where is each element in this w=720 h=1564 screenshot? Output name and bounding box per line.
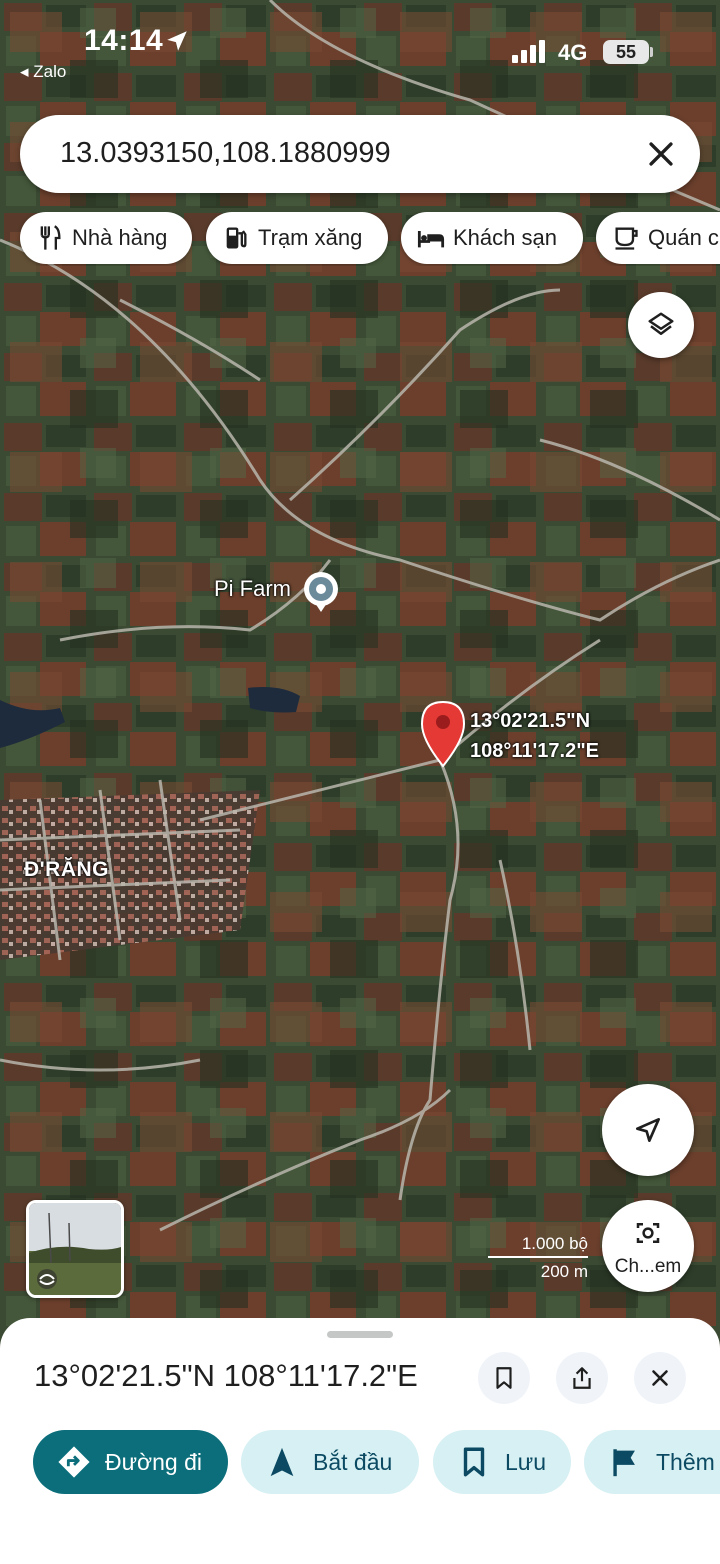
place-label-town: Đ'RĂNG bbox=[24, 858, 109, 881]
directions-button[interactable]: Đường đi bbox=[33, 1430, 228, 1494]
gas-station-icon bbox=[226, 227, 247, 249]
scale-bar bbox=[488, 1256, 588, 1258]
close-icon bbox=[652, 1370, 668, 1386]
place-marker-icon[interactable] bbox=[302, 570, 340, 614]
scale-imperial: 1.000 bộ bbox=[521, 1234, 588, 1253]
directions-label: Đường đi bbox=[105, 1448, 202, 1475]
share-button[interactable] bbox=[556, 1352, 608, 1404]
coffee-icon bbox=[615, 227, 638, 250]
sheet-drag-handle[interactable] bbox=[327, 1331, 393, 1338]
pin-longitude-label: 108°11'17.2"E bbox=[470, 740, 600, 762]
chip-label: Trạm xăng bbox=[258, 225, 363, 250]
more-label: Thêm bbox=[656, 1448, 715, 1475]
hotel-icon bbox=[417, 231, 445, 248]
place-bottom-sheet: 13°02'21.5"N 108°11'17.2"E Đường đi Bắt … bbox=[0, 1318, 720, 1564]
location-arrow-icon bbox=[167, 31, 187, 51]
dropped-pin-icon[interactable] bbox=[418, 700, 468, 770]
chip-label: Khách sạn bbox=[453, 225, 557, 250]
restaurant-icon bbox=[40, 225, 61, 250]
search-input[interactable]: 13.0393150,108.1880999 bbox=[60, 137, 391, 170]
navigation-icon bbox=[270, 1447, 294, 1477]
lens-label: Ch...em bbox=[614, 1256, 682, 1277]
chip-coffee[interactable]: Quán c bbox=[596, 212, 720, 264]
layers-icon bbox=[648, 312, 674, 335]
share-icon bbox=[573, 1367, 591, 1389]
place-label-pi-farm[interactable]: Pi Farm bbox=[214, 576, 291, 602]
street-view-thumbnail[interactable] bbox=[26, 1200, 124, 1298]
status-bar: 14:14 ◂ Zalo 4G 55 bbox=[0, 0, 720, 100]
save-place-button[interactable] bbox=[478, 1352, 530, 1404]
close-icon[interactable] bbox=[644, 137, 678, 171]
street-view-preview bbox=[29, 1203, 121, 1295]
chip-label: Nhà hàng bbox=[72, 225, 168, 250]
flag-icon bbox=[613, 1449, 635, 1477]
bookmark-icon bbox=[463, 1447, 485, 1477]
back-to-app-link[interactable]: ◂ Zalo bbox=[20, 62, 66, 82]
layers-button[interactable] bbox=[628, 292, 694, 358]
scale-metric: 200 m bbox=[540, 1262, 588, 1281]
search-bar[interactable]: 13.0393150,108.1880999 bbox=[20, 115, 700, 193]
place-title: 13°02'21.5"N 108°11'17.2"E bbox=[34, 1358, 418, 1393]
camera-lens-icon bbox=[636, 1223, 660, 1243]
start-label: Bắt đầu bbox=[313, 1448, 393, 1475]
place-actions: Đường đi Bắt đầu Lưu Thêm bbox=[0, 1430, 720, 1496]
lens-button[interactable]: Ch...em bbox=[602, 1200, 694, 1292]
chip-label: Quán c bbox=[648, 225, 719, 250]
network-type: 4G bbox=[558, 40, 588, 65]
pin-latitude-label: 13°02'21.5"N bbox=[470, 710, 591, 732]
close-sheet-button[interactable] bbox=[634, 1352, 686, 1404]
chip-restaurants[interactable]: Nhà hàng bbox=[20, 212, 192, 264]
map-scale: 1.000 bộ 200 m bbox=[488, 1230, 592, 1286]
status-time: 14:14 bbox=[84, 24, 164, 57]
navigation-arrow-icon bbox=[636, 1118, 660, 1142]
directions-icon bbox=[58, 1446, 90, 1478]
save-button[interactable]: Lưu bbox=[433, 1430, 571, 1494]
bookmark-icon bbox=[496, 1367, 512, 1389]
battery-tip bbox=[650, 47, 653, 57]
chip-hotels[interactable]: Khách sạn bbox=[401, 212, 583, 264]
start-navigation-button[interactable]: Bắt đầu bbox=[241, 1430, 419, 1494]
category-chips: Nhà hàng Trạm xăng Khách sạn Quán c bbox=[0, 212, 720, 266]
battery-indicator: 55 bbox=[603, 40, 649, 64]
my-location-button[interactable] bbox=[602, 1084, 694, 1176]
more-button[interactable]: Thêm bbox=[584, 1430, 720, 1494]
cellular-signal-icon bbox=[512, 40, 545, 63]
save-label: Lưu bbox=[505, 1448, 546, 1475]
chip-gas-stations[interactable]: Trạm xăng bbox=[206, 212, 388, 264]
